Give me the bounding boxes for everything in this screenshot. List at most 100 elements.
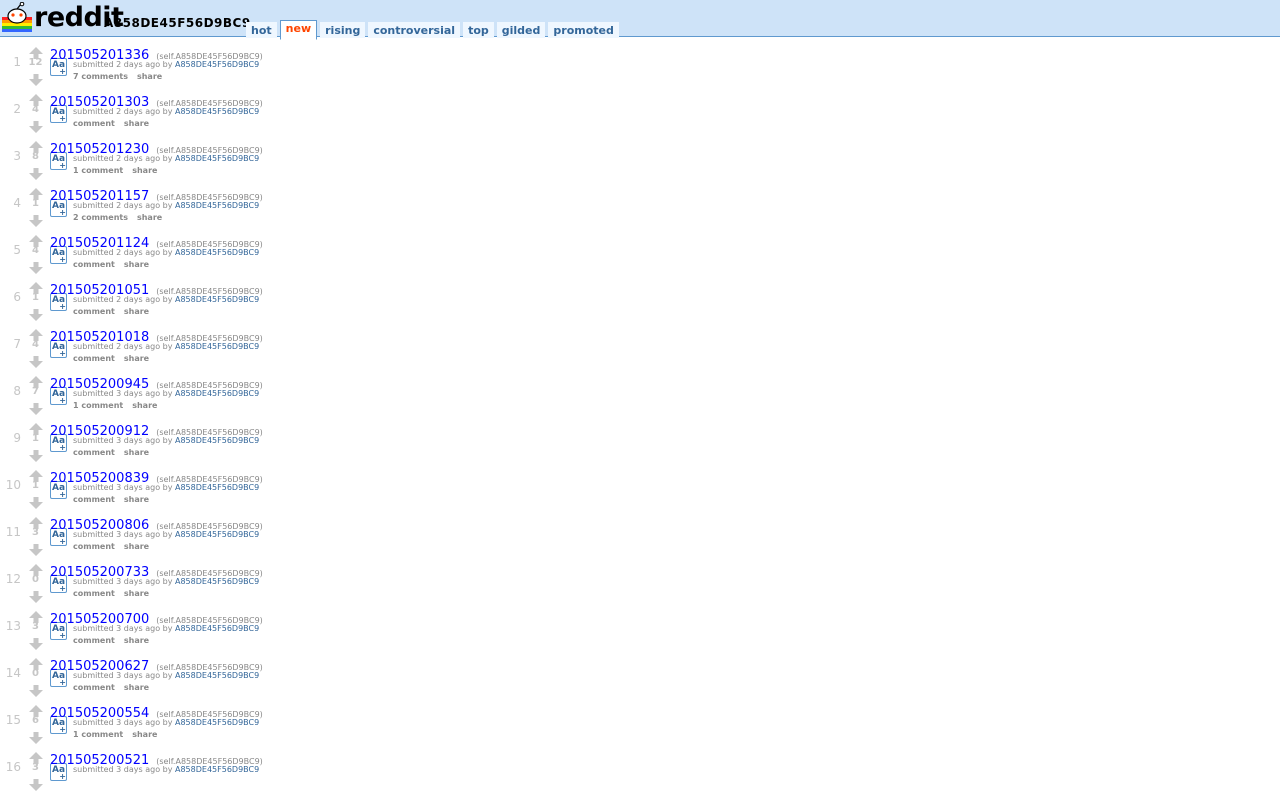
downvote-arrow-icon[interactable] xyxy=(29,400,43,415)
downvote-arrow-icon[interactable] xyxy=(29,635,43,650)
downvote-arrow-icon[interactable] xyxy=(29,729,43,744)
share-link[interactable]: share xyxy=(124,683,149,692)
post-item: 8 7 Aa +201505200945 (self.A858DE45F56D9BC9)… xyxy=(0,373,1280,420)
upvote-arrow-icon[interactable] xyxy=(29,373,43,388)
share-link[interactable]: share xyxy=(132,401,157,410)
share-link[interactable]: share xyxy=(124,260,149,269)
post-item: 10 1 Aa +201505200839 (self.A858DE45F56D9BC9… xyxy=(0,467,1280,514)
downvote-arrow-icon[interactable] xyxy=(29,306,43,321)
upvote-arrow-icon[interactable] xyxy=(29,232,43,247)
post-buttons: comment share xyxy=(73,636,158,645)
downvote-arrow-icon[interactable] xyxy=(29,588,43,603)
comments-link[interactable]: comment xyxy=(73,589,115,598)
comments-link[interactable]: comment xyxy=(73,542,115,551)
post-author-link[interactable]: A858DE45F56D9BC9 xyxy=(175,248,259,257)
post-author-link[interactable]: A858DE45F56D9BC9 xyxy=(175,342,259,351)
upvote-arrow-icon[interactable] xyxy=(29,514,43,529)
post-author-link[interactable]: A858DE45F56D9BC9 xyxy=(175,530,259,539)
comments-link[interactable]: comment xyxy=(73,495,115,504)
downvote-arrow-icon[interactable] xyxy=(29,447,43,462)
share-link[interactable]: share xyxy=(124,636,149,645)
upvote-arrow-icon[interactable] xyxy=(29,44,43,59)
post-author-link[interactable]: A858DE45F56D9BC9 xyxy=(175,295,259,304)
comments-link[interactable]: comment xyxy=(73,119,115,128)
tab-hot[interactable]: hot xyxy=(246,22,277,38)
share-link[interactable]: share xyxy=(137,72,162,81)
post-tagline: submitted 3 days ago by A858DE45F56D9BC9 xyxy=(73,671,259,680)
post-item: 16 3 Aa +201505200521 (self.A858DE45F56D9BC9… xyxy=(0,749,1280,796)
post-author-link[interactable]: A858DE45F56D9BC9 xyxy=(175,201,259,210)
share-link[interactable]: share xyxy=(137,213,162,222)
post-author-link[interactable]: A858DE45F56D9BC9 xyxy=(175,436,259,445)
subreddit-title[interactable]: A858DE45F56D9BC9 xyxy=(104,16,251,30)
downvote-arrow-icon[interactable] xyxy=(29,682,43,697)
reddit-logo[interactable]: reddit xyxy=(0,2,124,35)
share-link[interactable]: share xyxy=(124,589,149,598)
share-link[interactable]: share xyxy=(124,448,149,457)
tab-controversial[interactable]: controversial xyxy=(368,22,461,38)
post-score: 1 xyxy=(32,198,39,209)
upvote-arrow-icon[interactable] xyxy=(29,420,43,435)
downvote-arrow-icon[interactable] xyxy=(29,541,43,556)
upvote-arrow-icon[interactable] xyxy=(29,185,43,200)
share-link[interactable]: share xyxy=(124,495,149,504)
upvote-arrow-icon[interactable] xyxy=(29,467,43,482)
tab-rising[interactable]: rising xyxy=(320,22,366,38)
upvote-arrow-icon[interactable] xyxy=(29,138,43,153)
post-author-link[interactable]: A858DE45F56D9BC9 xyxy=(175,577,259,586)
upvote-arrow-icon[interactable] xyxy=(29,91,43,106)
upvote-arrow-icon[interactable] xyxy=(29,279,43,294)
post-author-link[interactable]: A858DE45F56D9BC9 xyxy=(175,765,259,774)
comments-link[interactable]: 1 comment xyxy=(73,401,123,410)
post-score: 1 xyxy=(32,480,39,491)
post-score: 1 xyxy=(32,433,39,444)
post-author-link[interactable]: A858DE45F56D9BC9 xyxy=(175,718,259,727)
tab-gilded[interactable]: gilded xyxy=(496,22,546,38)
post-score: 3 xyxy=(32,527,39,538)
comments-link[interactable]: comment xyxy=(73,354,115,363)
share-link[interactable]: share xyxy=(124,354,149,363)
post-author-link[interactable]: A858DE45F56D9BC9 xyxy=(175,624,259,633)
upvote-arrow-icon[interactable] xyxy=(29,702,43,717)
comments-link[interactable]: 1 comment xyxy=(73,166,123,175)
tab-promoted[interactable]: promoted xyxy=(548,22,619,38)
comments-link[interactable]: comment xyxy=(73,636,115,645)
share-link[interactable]: share xyxy=(132,730,157,739)
upvote-arrow-icon[interactable] xyxy=(29,749,43,764)
share-link[interactable]: share xyxy=(132,166,157,175)
post-author-link[interactable]: A858DE45F56D9BC9 xyxy=(175,389,259,398)
share-link[interactable]: share xyxy=(124,542,149,551)
post-author-link[interactable]: A858DE45F56D9BC9 xyxy=(175,107,259,116)
comments-link[interactable]: comment xyxy=(73,307,115,316)
downvote-arrow-icon[interactable] xyxy=(29,494,43,509)
comments-link[interactable]: comment xyxy=(73,683,115,692)
post-author-link[interactable]: A858DE45F56D9BC9 xyxy=(175,483,259,492)
downvote-arrow-icon[interactable] xyxy=(29,353,43,368)
downvote-arrow-icon[interactable] xyxy=(29,71,43,86)
comments-link[interactable]: comment xyxy=(73,260,115,269)
upvote-arrow-icon[interactable] xyxy=(29,561,43,576)
downvote-arrow-icon[interactable] xyxy=(29,776,43,791)
downvote-arrow-icon[interactable] xyxy=(29,212,43,227)
upvote-arrow-icon[interactable] xyxy=(29,655,43,670)
comments-link[interactable]: comment xyxy=(73,448,115,457)
downvote-arrow-icon[interactable] xyxy=(29,118,43,133)
upvote-arrow-icon[interactable] xyxy=(29,326,43,341)
tab-top[interactable]: top xyxy=(463,22,494,38)
comments-link[interactable]: 2 comments xyxy=(73,213,128,222)
tab-new[interactable]: new xyxy=(279,20,318,40)
share-link[interactable]: share xyxy=(124,307,149,316)
downvote-arrow-icon[interactable] xyxy=(29,259,43,274)
submitted-text: submitted 2 days ago by xyxy=(73,201,173,210)
post-author-link[interactable]: A858DE45F56D9BC9 xyxy=(175,154,259,163)
comments-link[interactable]: 7 comments xyxy=(73,72,128,81)
vote-controls: 0 xyxy=(28,655,43,697)
expand-plus-icon: + xyxy=(59,537,66,546)
downvote-arrow-icon[interactable] xyxy=(29,165,43,180)
post-rank: 5 xyxy=(13,243,21,257)
post-author-link[interactable]: A858DE45F56D9BC9 xyxy=(175,671,259,680)
post-author-link[interactable]: A858DE45F56D9BC9 xyxy=(175,60,259,69)
upvote-arrow-icon[interactable] xyxy=(29,608,43,623)
share-link[interactable]: share xyxy=(124,119,149,128)
comments-link[interactable]: 1 comment xyxy=(73,730,123,739)
